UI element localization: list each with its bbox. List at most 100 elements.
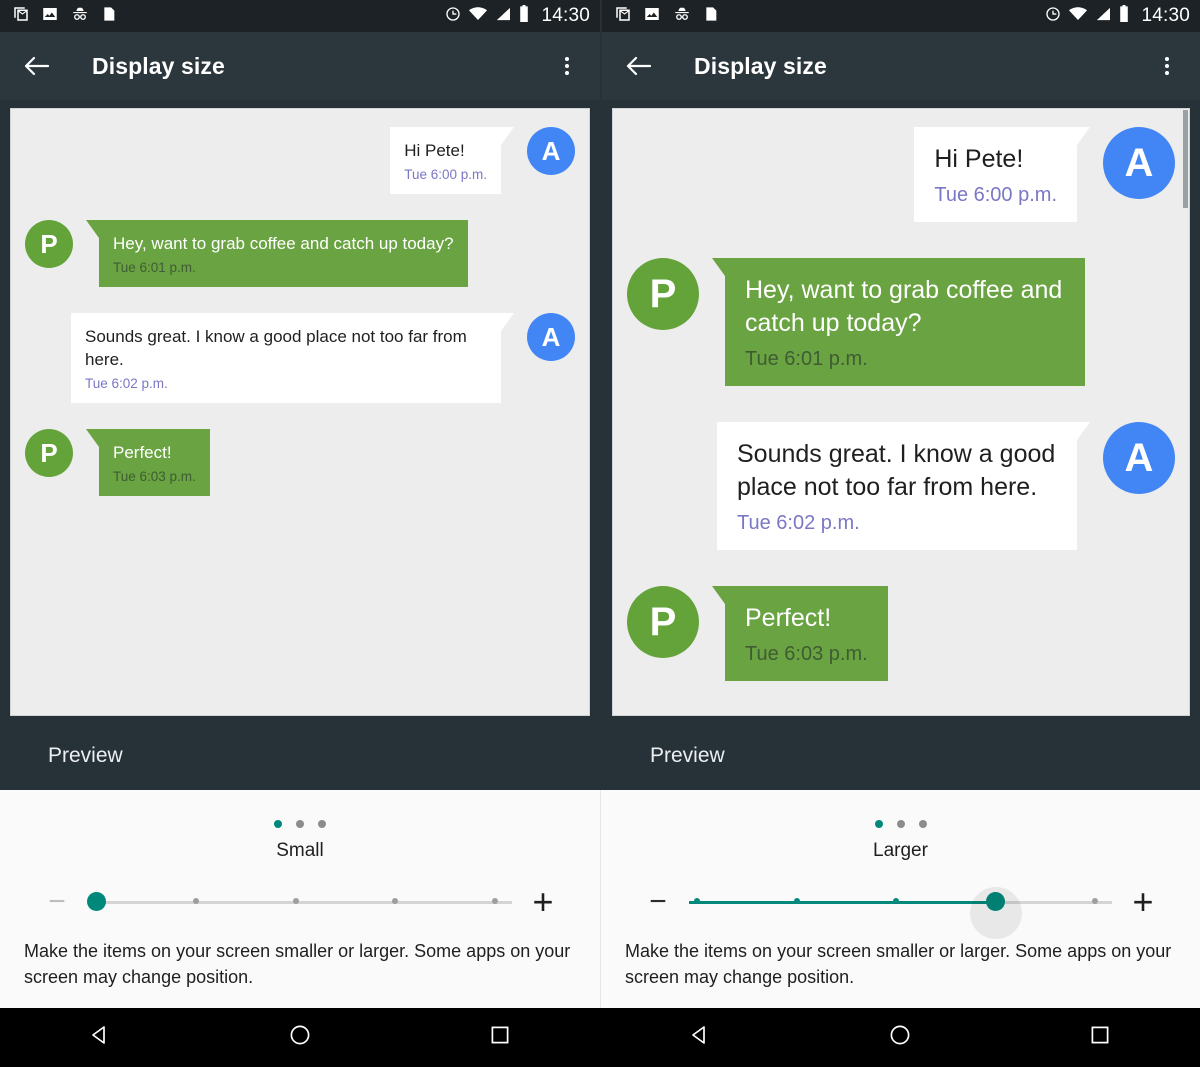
slider-track bbox=[88, 901, 512, 904]
preview-container-left: Hi Pete! Tue 6:00 p.m. A P Hey, want to … bbox=[0, 100, 600, 716]
avatar: A bbox=[1103, 422, 1175, 494]
home-circle-icon[interactable] bbox=[888, 1023, 912, 1052]
size-value-label: Small bbox=[276, 840, 324, 861]
alarm-icon bbox=[1045, 6, 1061, 27]
slider-track-fill bbox=[689, 901, 996, 904]
slider-thumb[interactable] bbox=[86, 892, 106, 911]
recents-square-icon[interactable] bbox=[1088, 1023, 1112, 1052]
preview-card: Hi Pete! Tue 6:00 p.m. A P Hey, want to … bbox=[10, 108, 590, 716]
status-clock: 14:30 bbox=[541, 5, 590, 26]
page-dot bbox=[896, 820, 905, 828]
overflow-menu-icon[interactable] bbox=[1150, 49, 1184, 83]
battery-icon bbox=[519, 5, 529, 27]
battery-icon bbox=[1119, 5, 1129, 27]
nav-group-left bbox=[0, 1023, 600, 1052]
avatar: P bbox=[627, 258, 699, 330]
signal-icon bbox=[495, 6, 511, 26]
chat-row: P Perfect! Tue 6:03 p.m. bbox=[627, 586, 1175, 681]
message-text: Hi Pete! bbox=[934, 145, 1024, 173]
back-arrow-icon[interactable] bbox=[20, 49, 54, 83]
page-dot bbox=[318, 820, 326, 828]
recents-square-icon[interactable] bbox=[488, 1023, 512, 1052]
status-notification-icons bbox=[614, 5, 719, 28]
message-bubble: Sounds great. I know a good place not to… bbox=[71, 313, 514, 403]
slider-tick[interactable] bbox=[292, 898, 299, 904]
avatar: P bbox=[25, 429, 73, 477]
message-text: Hi Pete! bbox=[404, 141, 465, 160]
message-text: Sounds great. I know a good place not to… bbox=[737, 440, 1056, 501]
app-bar-left: Display size bbox=[0, 32, 600, 100]
wifi-icon bbox=[1069, 6, 1088, 26]
message-bubble: Hi Pete! Tue 6:00 p.m. bbox=[914, 127, 1090, 222]
message-text: Hey, want to grab coffee and catch up to… bbox=[113, 234, 454, 253]
chat-row: Hi Pete! Tue 6:00 p.m. A bbox=[25, 127, 575, 194]
message-timestamp: Tue 6:02 p.m. bbox=[737, 512, 860, 534]
decrease-size-button[interactable]: − bbox=[40, 887, 74, 917]
message-timestamp: Tue 6:00 p.m. bbox=[934, 184, 1057, 206]
slider-tick[interactable] bbox=[793, 898, 800, 904]
docs-icon bbox=[101, 5, 117, 28]
incognito-icon bbox=[672, 5, 692, 28]
photos-icon bbox=[643, 5, 661, 28]
size-slider[interactable] bbox=[689, 885, 1112, 939]
preview-scrollbar[interactable] bbox=[1183, 110, 1188, 208]
wifi-icon bbox=[469, 6, 488, 26]
chat-row: Sounds great. I know a good place not to… bbox=[627, 422, 1175, 550]
back-triangle-icon[interactable] bbox=[88, 1023, 112, 1052]
overflow-menu-icon[interactable] bbox=[550, 49, 584, 83]
chat-preview: Hi Pete! Tue 6:00 p.m. A P Hey, want to … bbox=[11, 109, 589, 532]
chat-row: Sounds great. I know a good place not to… bbox=[25, 313, 575, 403]
avatar: A bbox=[527, 313, 575, 361]
avatar: A bbox=[527, 127, 575, 175]
status-bar-right: 14:30 bbox=[602, 0, 1200, 32]
slider-thumb-halo bbox=[970, 887, 1023, 939]
incognito-icon bbox=[70, 5, 90, 28]
page-title: Display size bbox=[694, 52, 827, 79]
chat-preview: Hi Pete! Tue 6:00 p.m. A P Hey, want to … bbox=[613, 109, 1189, 715]
size-value-label: Larger bbox=[873, 840, 928, 861]
avatar: A bbox=[1103, 127, 1175, 199]
status-bar-left: 14:30 bbox=[0, 0, 600, 32]
docs-icon bbox=[703, 5, 719, 28]
page-title: Display size bbox=[92, 52, 225, 79]
signal-icon bbox=[1095, 6, 1111, 26]
increase-size-button[interactable]: + bbox=[526, 884, 560, 920]
chat-row: P Hey, want to grab coffee and catch up … bbox=[627, 258, 1175, 386]
message-bubble: Sounds great. I know a good place not to… bbox=[717, 422, 1090, 550]
decrease-size-button[interactable]: − bbox=[641, 887, 675, 917]
page-dot-active bbox=[274, 820, 282, 828]
back-arrow-icon[interactable] bbox=[622, 49, 656, 83]
slider-tick[interactable] bbox=[492, 898, 499, 904]
increase-size-button[interactable]: + bbox=[1126, 884, 1160, 920]
message-bubble: Perfect! Tue 6:03 p.m. bbox=[712, 586, 888, 681]
page-dot bbox=[918, 820, 927, 828]
android-navigation-bar bbox=[0, 1008, 1200, 1067]
home-circle-icon[interactable] bbox=[288, 1023, 312, 1052]
message-text: Perfect! bbox=[113, 443, 172, 462]
preview-label: Preview bbox=[650, 744, 725, 767]
back-triangle-icon[interactable] bbox=[688, 1023, 712, 1052]
chat-row: P Perfect! Tue 6:03 p.m. bbox=[25, 429, 575, 496]
app-bar-right: Display size bbox=[602, 32, 1200, 100]
helper-text: Make the items on your screen smaller or… bbox=[24, 941, 571, 987]
page-indicator bbox=[601, 790, 1200, 828]
message-text: Sounds great. I know a good place not to… bbox=[85, 327, 467, 369]
preview-card: Hi Pete! Tue 6:00 p.m. A P Hey, want to … bbox=[612, 108, 1190, 716]
page-dot bbox=[296, 820, 304, 828]
message-bubble: Hey, want to grab coffee and catch up to… bbox=[86, 220, 468, 287]
message-bubble: Hi Pete! Tue 6:00 p.m. bbox=[390, 127, 514, 194]
chat-row: P Hey, want to grab coffee and catch up … bbox=[25, 220, 575, 287]
chat-row: Hi Pete! Tue 6:00 p.m. A bbox=[627, 127, 1175, 222]
status-system-icons: 14:30 bbox=[445, 5, 590, 27]
status-system-icons: 14:30 bbox=[1045, 5, 1190, 27]
gmail-icon bbox=[12, 5, 30, 28]
alarm-icon bbox=[445, 6, 461, 27]
message-text: Hey, want to grab coffee and catch up to… bbox=[745, 276, 1063, 337]
status-notification-icons bbox=[12, 5, 117, 28]
slider-thumb[interactable] bbox=[970, 887, 1023, 939]
message-timestamp: Tue 6:03 p.m. bbox=[745, 643, 868, 665]
message-bubble: Hey, want to grab coffee and catch up to… bbox=[712, 258, 1085, 386]
size-slider[interactable] bbox=[86, 885, 512, 919]
message-timestamp: Tue 6:03 p.m. bbox=[113, 469, 196, 484]
screenshot-root: 14:30 Display size Hi Pete! Tue 6:00 p.m… bbox=[0, 0, 1200, 1067]
